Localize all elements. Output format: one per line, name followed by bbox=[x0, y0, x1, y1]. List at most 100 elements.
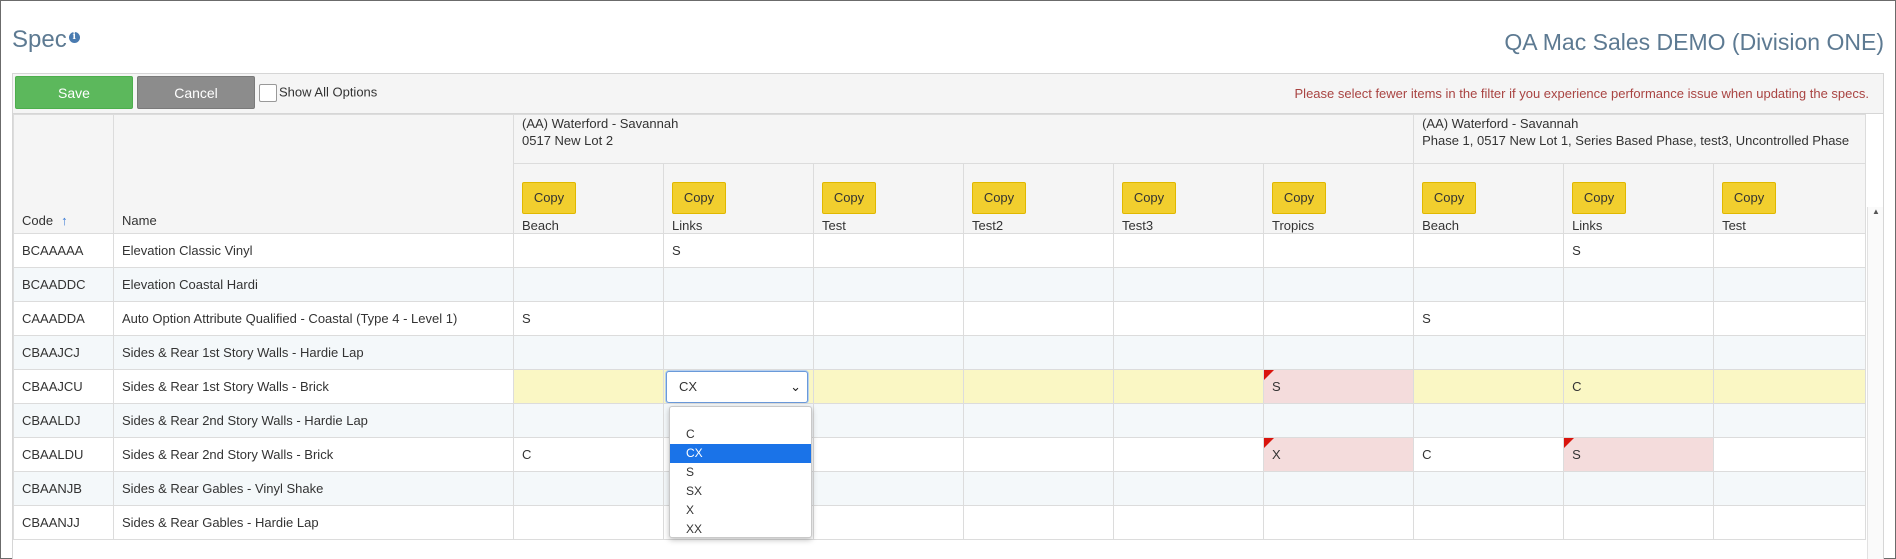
spec-value-cell[interactable] bbox=[963, 335, 1114, 370]
spec-value-cell[interactable] bbox=[1413, 335, 1565, 370]
dropdown-option[interactable]: C bbox=[670, 425, 811, 444]
spec-value-cell[interactable] bbox=[813, 403, 964, 438]
spec-value-cell[interactable] bbox=[513, 267, 664, 302]
spec-value-cell[interactable] bbox=[963, 369, 1114, 404]
vertical-scrollbar[interactable]: ▲ bbox=[1867, 207, 1883, 559]
dropdown-option[interactable]: XX bbox=[670, 520, 811, 539]
spec-value-select[interactable]: CX ⌄ bbox=[666, 370, 808, 403]
spec-value-cell[interactable] bbox=[1413, 233, 1565, 268]
spec-value-cell[interactable] bbox=[663, 267, 814, 302]
spec-value-cell[interactable] bbox=[1713, 301, 1867, 336]
dropdown-option[interactable]: SX bbox=[670, 482, 811, 501]
spec-value-cell[interactable]: S bbox=[1563, 233, 1715, 268]
spec-value-cell[interactable] bbox=[1262, 471, 1415, 506]
spec-value-cell[interactable] bbox=[513, 505, 664, 540]
copy-button[interactable]: Copy bbox=[1272, 182, 1326, 214]
spec-value-cell[interactable] bbox=[513, 471, 664, 506]
spec-value-cell[interactable]: CX ⌄ bbox=[663, 369, 814, 404]
spec-value-cell[interactable] bbox=[1113, 471, 1264, 506]
copy-button[interactable]: Copy bbox=[972, 182, 1026, 214]
code-column-header[interactable]: Code ↑ bbox=[13, 114, 114, 234]
spec-value-cell[interactable]: C bbox=[1413, 437, 1565, 472]
spec-value-cell[interactable] bbox=[513, 403, 664, 438]
spec-value-cell[interactable] bbox=[1262, 335, 1415, 370]
spec-value-cell[interactable] bbox=[1262, 403, 1415, 438]
spec-value-cell[interactable] bbox=[1113, 437, 1264, 472]
spec-value-cell[interactable] bbox=[1113, 301, 1264, 336]
spec-value-cell[interactable]: S bbox=[513, 301, 664, 336]
spec-value-cell[interactable] bbox=[813, 335, 964, 370]
spec-value-cell[interactable] bbox=[1413, 505, 1565, 540]
spec-value-cell[interactable] bbox=[1113, 505, 1264, 540]
info-icon[interactable]: i bbox=[68, 32, 80, 43]
copy-button[interactable]: Copy bbox=[522, 182, 576, 214]
spec-value-cell[interactable] bbox=[1563, 301, 1715, 336]
copy-button[interactable]: Copy bbox=[1422, 182, 1477, 214]
dropdown-option[interactable]: S bbox=[670, 463, 811, 482]
spec-value-cell[interactable] bbox=[1262, 301, 1415, 336]
copy-button[interactable]: Copy bbox=[1722, 182, 1777, 214]
show-all-checkbox[interactable] bbox=[259, 84, 277, 102]
spec-value-cell[interactable] bbox=[663, 335, 814, 370]
spec-value-cell[interactable] bbox=[1262, 505, 1415, 540]
spec-value-cell[interactable] bbox=[1113, 403, 1264, 438]
spec-value-cell[interactable] bbox=[963, 437, 1114, 472]
scroll-up-icon[interactable]: ▲ bbox=[1872, 207, 1880, 216]
spec-value-cell[interactable] bbox=[813, 471, 964, 506]
spec-value-cell[interactable] bbox=[513, 369, 664, 404]
spec-value-cell[interactable] bbox=[963, 471, 1114, 506]
copy-button[interactable]: Copy bbox=[672, 182, 726, 214]
spec-value-cell[interactable]: S bbox=[1413, 301, 1565, 336]
spec-value-cell[interactable] bbox=[963, 403, 1114, 438]
spec-value-cell[interactable]: S bbox=[663, 233, 814, 268]
spec-value-cell[interactable] bbox=[1713, 403, 1867, 438]
spec-value-cell[interactable] bbox=[963, 233, 1114, 268]
spec-value-cell[interactable] bbox=[1413, 267, 1565, 302]
spec-value-cell[interactable] bbox=[1413, 403, 1565, 438]
spec-value-cell[interactable] bbox=[1713, 505, 1867, 540]
spec-value-cell[interactable] bbox=[1563, 505, 1715, 540]
spec-value-cell[interactable] bbox=[1413, 369, 1565, 404]
spec-value-cell[interactable] bbox=[1563, 335, 1715, 370]
spec-value-cell[interactable] bbox=[1713, 267, 1867, 302]
spec-value-cell[interactable] bbox=[1113, 335, 1264, 370]
spec-value-cell[interactable] bbox=[1113, 233, 1264, 268]
name-column-header[interactable]: Name bbox=[113, 114, 514, 234]
save-button[interactable]: Save bbox=[15, 76, 133, 109]
spec-value-cell[interactable] bbox=[1262, 267, 1415, 302]
spec-value-cell[interactable]: C bbox=[513, 437, 664, 472]
spec-value-cell[interactable] bbox=[1713, 233, 1867, 268]
show-all-options-toggle[interactable]: Show All Options bbox=[259, 84, 377, 102]
spec-value-cell[interactable] bbox=[1563, 403, 1715, 438]
spec-value-cell[interactable] bbox=[813, 369, 964, 404]
spec-value-cell[interactable]: X bbox=[1262, 437, 1415, 472]
cancel-button[interactable]: Cancel bbox=[137, 76, 255, 109]
copy-button[interactable]: Copy bbox=[1122, 182, 1176, 214]
spec-value-cell[interactable]: C bbox=[1563, 369, 1715, 404]
copy-button[interactable]: Copy bbox=[822, 182, 876, 214]
spec-value-cell[interactable] bbox=[963, 267, 1114, 302]
spec-value-cell[interactable] bbox=[1563, 471, 1715, 506]
spec-value-cell[interactable] bbox=[1713, 369, 1867, 404]
spec-value-cell[interactable] bbox=[813, 301, 964, 336]
dropdown-option[interactable]: CX bbox=[670, 444, 811, 463]
spec-value-cell[interactable]: S bbox=[1563, 437, 1715, 472]
copy-button[interactable]: Copy bbox=[1572, 182, 1627, 214]
spec-value-cell[interactable] bbox=[813, 505, 964, 540]
spec-value-cell[interactable] bbox=[513, 233, 664, 268]
spec-value-cell[interactable] bbox=[813, 267, 964, 302]
spec-value-cell[interactable] bbox=[963, 505, 1114, 540]
spec-value-cell[interactable] bbox=[963, 301, 1114, 336]
spec-value-dropdown-list[interactable]: C CX S SX X XX bbox=[669, 406, 812, 538]
spec-value-cell[interactable] bbox=[1713, 335, 1867, 370]
spec-value-cell[interactable] bbox=[813, 233, 964, 268]
spec-value-cell[interactable] bbox=[1113, 267, 1264, 302]
dropdown-option[interactable]: X bbox=[670, 501, 811, 520]
spec-value-cell[interactable] bbox=[1713, 471, 1867, 506]
spec-value-cell[interactable] bbox=[1713, 437, 1867, 472]
spec-value-cell[interactable] bbox=[513, 335, 664, 370]
spec-value-cell[interactable]: S bbox=[1262, 369, 1415, 404]
spec-value-cell[interactable] bbox=[813, 437, 964, 472]
spec-value-cell[interactable] bbox=[663, 301, 814, 336]
spec-value-cell[interactable] bbox=[1113, 369, 1264, 404]
